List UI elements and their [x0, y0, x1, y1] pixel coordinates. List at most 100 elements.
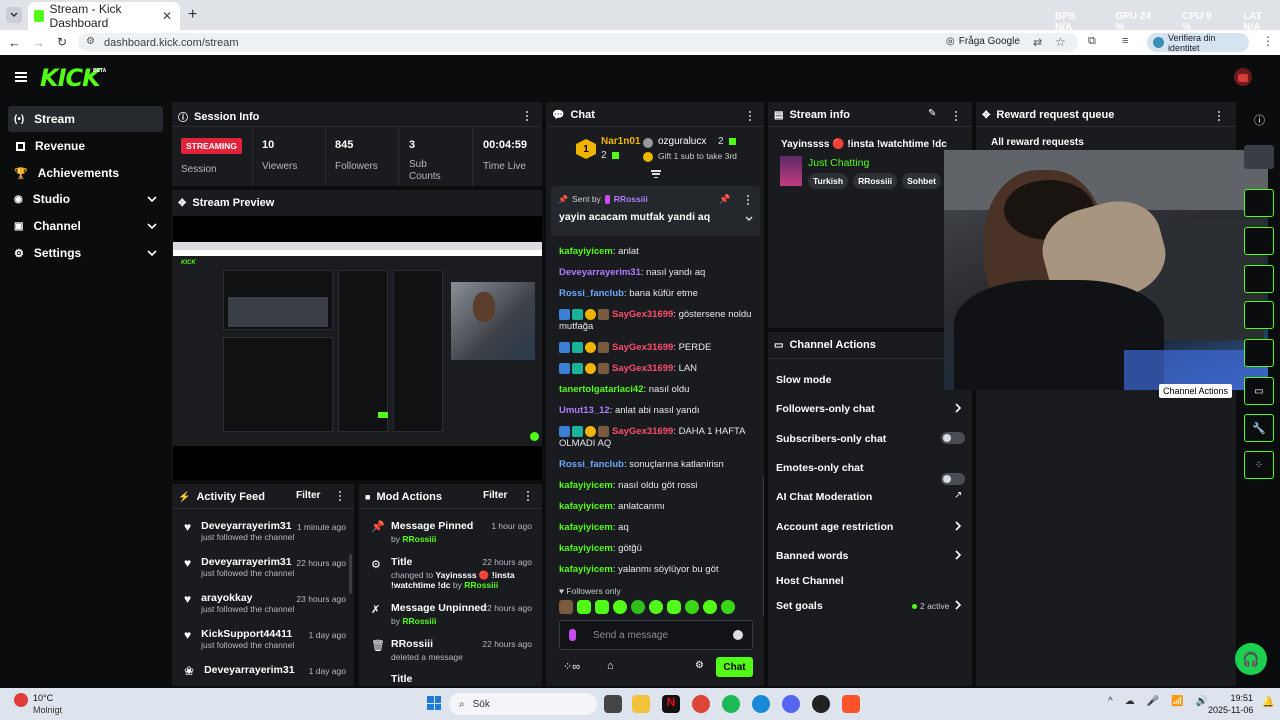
browser-tab[interactable]: Stream - Kick Dashboard ✕ — [28, 2, 180, 30]
rail-button[interactable] — [1244, 145, 1274, 169]
infinity-icon[interactable]: ⁘∞ — [563, 660, 580, 673]
host-channel-label[interactable]: Host Channel — [776, 575, 844, 587]
ai-chat-moderation-label[interactable]: AI Chat Moderation — [776, 491, 872, 503]
more-options-icon[interactable] — [1218, 111, 1220, 121]
send-chat-button[interactable]: Chat — [716, 657, 753, 677]
emote-green[interactable] — [667, 600, 681, 614]
chevron-right-icon[interactable] — [955, 403, 962, 413]
sidebar-item-stream[interactable]: (•) Stream — [8, 106, 163, 132]
rail-button[interactable] — [1244, 265, 1274, 293]
emote-green[interactable] — [685, 600, 699, 614]
more-options-icon[interactable] — [339, 491, 341, 501]
sidebar-item-studio[interactable]: ◉ Studio — [8, 186, 163, 212]
chat-username[interactable]: SayGex31699 — [612, 309, 673, 320]
store-icon[interactable]: ⌂ — [607, 660, 614, 672]
scrollbar[interactable] — [349, 554, 352, 594]
chat-username[interactable]: Deveyarrayerim31 — [559, 267, 641, 278]
extensions-icon[interactable]: ⧉ — [1088, 35, 1096, 48]
sidebar-item-settings[interactable]: ⚙ Settings — [8, 240, 163, 266]
category-thumbnail[interactable] — [780, 156, 802, 186]
followers-only-chat-label[interactable]: Followers-only chat — [776, 403, 875, 415]
chat-username[interactable]: Umut13_12 — [559, 405, 610, 416]
netflix-icon[interactable]: N — [662, 695, 680, 713]
forward-icon[interactable]: → — [32, 35, 45, 50]
url-omnibox[interactable]: ⚙ dashboard.kick.com/stream ◎ Fråga Goog… — [78, 33, 1078, 52]
tab-list-chevron-icon[interactable] — [6, 7, 22, 23]
chat-username[interactable]: Rossi_fanclub — [559, 288, 624, 299]
bookmark-star-icon[interactable]: ☆ — [1055, 35, 1066, 49]
cloud-icon[interactable]: ☁ — [1125, 696, 1135, 707]
chat-scrollbar[interactable] — [763, 477, 764, 617]
preview-video[interactable]: KICK — [173, 216, 542, 480]
emote-green[interactable] — [613, 600, 627, 614]
spotify-icon[interactable] — [722, 695, 740, 713]
emote-avatar[interactable] — [559, 600, 573, 614]
reading-list-icon[interactable]: ≡ — [1122, 35, 1128, 47]
tag-chip[interactable]: Turkish — [808, 173, 849, 189]
chat-username[interactable]: kafayiyicem — [559, 480, 613, 491]
site-info-icon[interactable]: ⚙ — [86, 36, 95, 47]
subscribers-only-toggle[interactable] — [941, 432, 965, 444]
ask-google-chip[interactable]: ◎ Fråga Google — [946, 36, 1020, 47]
tab-close-icon[interactable]: ✕ — [162, 9, 172, 23]
sidebar-item-revenue[interactable]: Revenue — [8, 133, 163, 159]
discord-icon[interactable] — [782, 695, 800, 713]
chat-username[interactable]: kafayiyicem — [559, 543, 613, 554]
collapse-icon[interactable] — [651, 170, 661, 178]
info-rail-icon[interactable]: ⓘ — [1254, 112, 1265, 128]
emoji-icon[interactable] — [733, 630, 743, 640]
chevron-right-icon[interactable] — [955, 550, 962, 560]
account-age-restriction-label[interactable]: Account age restriction — [776, 521, 893, 533]
more-options-icon[interactable] — [749, 111, 751, 121]
chat-username[interactable]: SayGex31699 — [612, 426, 673, 437]
tag-chip[interactable]: RRossiii — [853, 173, 898, 189]
support-chat-icon[interactable]: 🎧 — [1235, 643, 1267, 675]
activity-filter-button[interactable]: Filter — [296, 490, 320, 501]
more-options-icon[interactable] — [955, 111, 957, 121]
chevron-right-icon[interactable] — [955, 521, 962, 531]
emote-green[interactable] — [703, 600, 717, 614]
mic-icon[interactable]: 🎤 — [1147, 696, 1159, 707]
external-link-icon[interactable]: ↗ — [954, 490, 962, 501]
emote-green[interactable] — [577, 600, 591, 614]
emotes-only-toggle[interactable] — [941, 473, 965, 485]
file-explorer-icon[interactable] — [632, 695, 650, 713]
obs-icon[interactable] — [812, 695, 830, 713]
task-view-icon[interactable] — [604, 695, 622, 713]
tray-chevron-icon[interactable]: ^ — [1108, 696, 1113, 707]
chat-username[interactable]: kafayiyicem — [559, 246, 613, 257]
emote-green[interactable] — [721, 600, 735, 614]
chat-username[interactable]: Rossi_fanclub — [559, 459, 624, 470]
emote-green[interactable] — [595, 600, 609, 614]
edit-pencil-icon[interactable]: ✎ — [928, 108, 936, 119]
chat-username[interactable]: kafayiyicem — [559, 564, 613, 575]
wifi-icon[interactable]: 📶 — [1171, 696, 1183, 707]
rail-button[interactable] — [1244, 339, 1274, 367]
rail-button[interactable] — [1244, 189, 1274, 217]
windows-start-icon[interactable] — [427, 696, 441, 710]
translate-icon[interactable]: ⇄ — [1033, 36, 1042, 49]
tag-chip[interactable]: Sohbet — [902, 173, 941, 189]
more-options-icon[interactable] — [747, 195, 749, 205]
chat-username[interactable]: tanertolgatarlaci42 — [559, 384, 643, 395]
chat-settings-icon[interactable]: ⚙ — [695, 660, 704, 671]
mod-filter-button[interactable]: Filter — [483, 490, 507, 501]
chat-input[interactable]: Send a message — [559, 620, 753, 650]
edge-icon[interactable] — [752, 695, 770, 713]
notification-bell-icon[interactable]: 🔔 — [1262, 697, 1274, 708]
hamburger-menu-icon[interactable] — [15, 72, 27, 82]
emote-green[interactable] — [649, 600, 663, 614]
more-options-icon[interactable] — [527, 491, 529, 501]
rail-button[interactable] — [1244, 227, 1274, 255]
set-goals-label[interactable]: Set goals — [776, 600, 823, 612]
chat-username[interactable]: kafayiyicem — [559, 522, 613, 533]
emote-green[interactable] — [631, 600, 645, 614]
chat-username[interactable]: SayGex31699 — [612, 342, 673, 353]
tools-rail-button[interactable]: 🔧 — [1244, 414, 1274, 442]
slow-mode-label[interactable]: Slow mode — [776, 374, 831, 386]
user-avatar[interactable] — [1234, 68, 1252, 86]
channel-actions-rail-button[interactable]: ▭ — [1244, 377, 1274, 405]
kick-logo[interactable]: KICK — [40, 64, 101, 92]
volume-icon[interactable]: 🔊 — [1196, 696, 1208, 707]
sidebar-item-achievements[interactable]: 🏆 Achievements — [8, 160, 163, 186]
